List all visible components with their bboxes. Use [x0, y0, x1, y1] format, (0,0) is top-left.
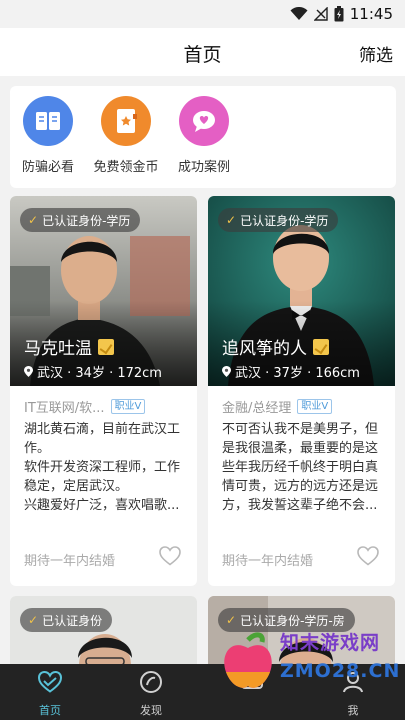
discover-icon [140, 671, 162, 693]
marriage-expectation: 期待一年内结婚 [222, 554, 314, 569]
profile-photo: ✓ 已认证身份-学历 马克吐温 武汉 · 34岁 · 172cm [10, 196, 197, 386]
like-heart-icon[interactable] [357, 546, 379, 566]
chat-heart-icon [179, 96, 229, 146]
watermark-url: ZMO28.CN [280, 660, 401, 682]
verify-badge: ✓ 已认证身份 [20, 608, 113, 632]
quick-action-anti-fraud[interactable]: 防骗必看 [3, 96, 93, 175]
app-header: 首页 筛选 [0, 28, 405, 76]
book-icon [23, 96, 73, 146]
location-pin-icon [222, 366, 231, 377]
profile-card[interactable]: ✓ 已认证身份-学历 追风筝的人 武汉 · 37岁 · 166cm 金融/总经理 … [208, 196, 395, 586]
quick-action-label: 防骗必看 [21, 160, 74, 175]
job-row: 金融/总经理 职业V [222, 397, 333, 416]
watermark-text: 知末游戏网 [280, 632, 381, 654]
check-icon: ✓ [28, 613, 39, 627]
like-heart-icon[interactable] [159, 546, 181, 566]
vip-badge-icon [313, 338, 329, 355]
battery-charging-icon [334, 6, 344, 22]
heart-outline-icon [37, 670, 63, 693]
check-icon: ✓ [226, 613, 237, 627]
job-row: IT互联网/软... 职业V [24, 397, 146, 416]
profile-meta: 武汉 · 37岁 · 166cm [222, 362, 360, 381]
job-title: 金融/总经理 [222, 401, 292, 416]
verify-badge: ✓ 已认证身份-学历 [20, 208, 141, 232]
wifi-icon [290, 7, 308, 20]
page-title: 首页 [183, 44, 222, 66]
profile-bio: 湖北黄石滴，目前在武汉工 作。 软件开发资深工程师，工作 稳定，定居武汉。 兴趣… [24, 422, 181, 513]
tab-discover[interactable]: 发现 [111, 670, 191, 718]
profile-meta: 武汉 · 34岁 · 172cm [24, 362, 162, 381]
watermark-logo [224, 632, 272, 688]
job-verified-badge: 职业V [110, 399, 146, 414]
quick-action-free-coins[interactable]: 免费领金币 [81, 96, 171, 175]
job-verified-badge: 职业V [297, 399, 333, 414]
check-icon: ✓ [226, 213, 237, 227]
quick-action-label: 成功案例 [177, 160, 230, 175]
status-bar: 11:45 [0, 0, 405, 28]
tab-label: 我 [347, 704, 359, 717]
profile-photo: ✓ 已认证身份-学历 追风筝的人 武汉 · 37岁 · 166cm [208, 196, 395, 386]
job-title: IT互联网/软... [24, 401, 105, 416]
quick-action-success-cases[interactable]: 成功案例 [159, 96, 249, 175]
status-time: 11:45 [349, 5, 393, 23]
location-pin-icon [24, 366, 33, 377]
verify-badge: ✓ 已认证身份-学历 [218, 208, 339, 232]
quick-action-label: 免费领金币 [93, 160, 159, 175]
profile-card[interactable]: ✓ 已认证身份-学历 马克吐温 武汉 · 34岁 · 172cm IT互联网/软.… [10, 196, 197, 586]
vip-badge-icon [98, 338, 114, 355]
tab-home[interactable]: 首页 [10, 670, 90, 718]
marriage-expectation: 期待一年内结婚 [24, 554, 116, 569]
notebook-icon [101, 96, 151, 146]
no-signal-icon [313, 7, 328, 21]
profile-name: 马克吐温 [24, 334, 114, 359]
status-icons: 11:45 [290, 5, 393, 23]
tab-label: 首页 [39, 704, 61, 717]
check-icon: ✓ [28, 213, 39, 227]
site-watermark: 知末游戏网 ZMO28.CN [218, 626, 405, 698]
quick-actions-panel: 防骗必看 免费领金币 成功案例 [10, 86, 396, 188]
tab-label: 发现 [140, 704, 162, 717]
profile-name: 追风筝的人 [222, 334, 329, 359]
profile-bio: 不可否认我不是美男子，但 是我很温柔，最重要的是这 些年我历经千帆终于明白真 情… [222, 422, 379, 513]
filter-button[interactable]: 筛选 [359, 41, 393, 66]
